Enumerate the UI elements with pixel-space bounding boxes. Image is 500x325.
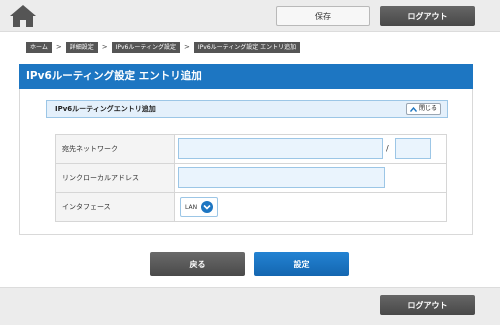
link-local-label: リンクローカルアドレス — [55, 163, 175, 193]
dest-network-label: 宛先ネットワーク — [55, 134, 175, 164]
footer-logout-button[interactable]: ログアウト — [380, 295, 475, 315]
home-icon — [10, 4, 36, 27]
top-bar: 保存 ログアウト — [0, 0, 500, 32]
footer-bar: ログアウト — [0, 287, 500, 325]
entry-form: 宛先ネットワーク / リンクローカルアドレス インタフェース LAN — [55, 134, 447, 222]
breadcrumb: ホーム > 詳細設定 > IPv6ルーティング設定 > IPv6ルーティング設定… — [26, 41, 301, 53]
form-row-link-local: リンクローカルアドレス — [55, 163, 447, 193]
chevron-down-icon — [201, 201, 214, 213]
form-row-interface: インタフェース LAN — [55, 192, 447, 222]
home-button[interactable] — [8, 2, 38, 29]
prefix-length-input[interactable] — [395, 138, 431, 159]
entry-section: IPv6ルーティングエントリ追加 閉じる 宛先ネットワーク / リンクローカルア… — [19, 89, 473, 235]
page-title: IPv6ルーティング設定 エントリ追加 — [19, 64, 473, 89]
collapse-button[interactable]: 閉じる — [406, 103, 441, 115]
breadcrumb-advanced-settings[interactable]: 詳細設定 — [65, 41, 98, 53]
link-local-input[interactable] — [178, 167, 385, 188]
interface-selected-value: LAN — [185, 203, 198, 211]
save-button[interactable]: 保存 — [276, 6, 370, 26]
logout-button[interactable]: ログアウト — [380, 6, 475, 26]
section-header: IPv6ルーティングエントリ追加 閉じる — [46, 100, 448, 118]
breadcrumb-separator: > — [184, 43, 190, 51]
breadcrumb-current: IPv6ルーティング設定 エントリ追加 — [193, 41, 301, 53]
section-title: IPv6ルーティングエントリ追加 — [55, 105, 156, 113]
back-button[interactable]: 戻る — [150, 252, 245, 276]
chevron-up-icon — [409, 106, 417, 112]
interface-select[interactable]: LAN — [180, 197, 218, 217]
dest-network-input[interactable] — [178, 138, 383, 159]
breadcrumb-ipv6-routing[interactable]: IPv6ルーティング設定 — [111, 41, 180, 53]
interface-label: インタフェース — [55, 192, 175, 222]
form-row-destination: 宛先ネットワーク / — [55, 134, 447, 164]
breadcrumb-separator: > — [101, 43, 108, 51]
collapse-label: 閉じる — [418, 105, 437, 112]
submit-button[interactable]: 設定 — [254, 252, 349, 276]
breadcrumb-separator: > — [55, 43, 62, 51]
prefix-separator: / — [386, 144, 389, 153]
breadcrumb-home[interactable]: ホーム — [26, 41, 52, 53]
